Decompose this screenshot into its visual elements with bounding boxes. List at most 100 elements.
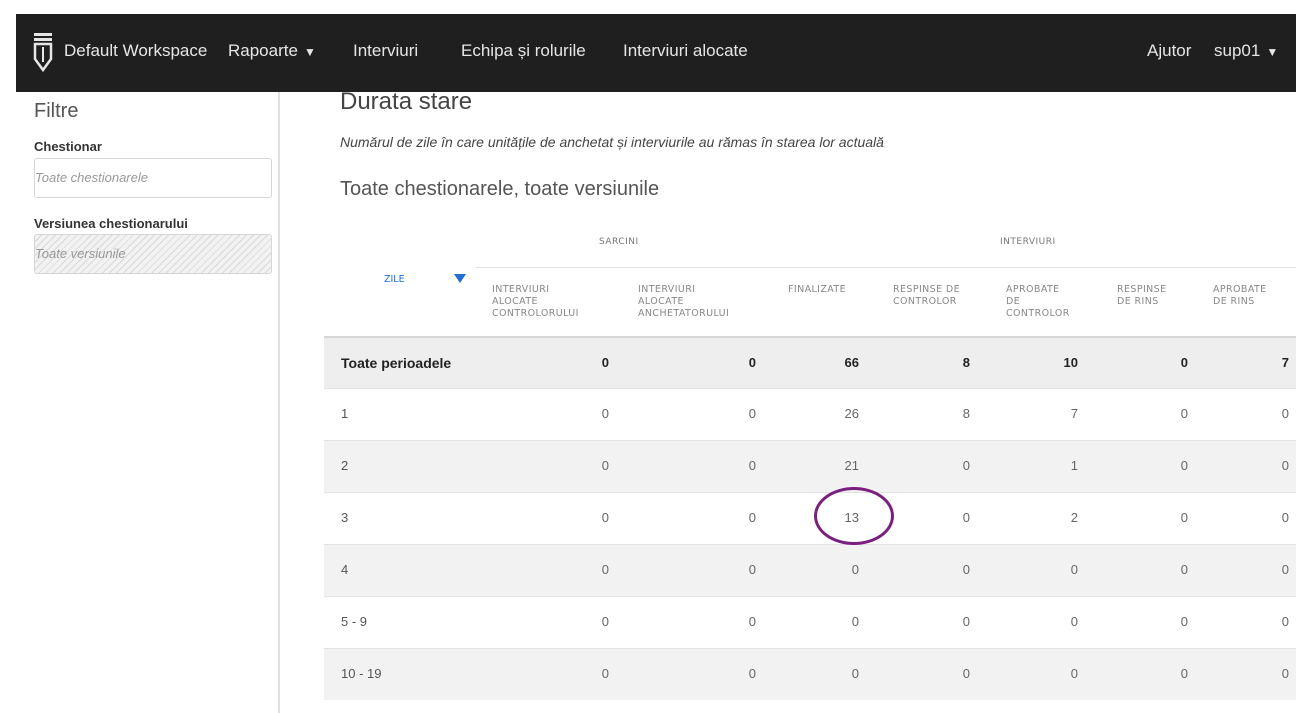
table-cell: 0 bbox=[1281, 510, 1289, 525]
table-cell: 0 bbox=[962, 562, 970, 577]
table-row-total: Toate perioadele 0 0 66 8 10 0 7 bbox=[324, 336, 1296, 389]
table-cell: 0 bbox=[1070, 614, 1078, 629]
nav-assigned-interviews[interactable]: Interviuri alocate bbox=[623, 41, 748, 61]
table-row: 5 - 9 0 0 0 0 0 0 0 bbox=[324, 596, 1296, 648]
col-header-line: ALOCATE bbox=[638, 296, 684, 307]
sort-desc-icon[interactable] bbox=[454, 274, 466, 283]
table-cell: 0 bbox=[748, 355, 756, 370]
table-cell: 0 bbox=[601, 666, 609, 681]
row-label: 10 - 19 bbox=[341, 666, 382, 681]
questionnaire-label: Chestionar bbox=[34, 139, 102, 154]
table-cell: 0 bbox=[1281, 614, 1289, 629]
table-cell: 8 bbox=[962, 406, 970, 421]
table-cell: 1 bbox=[1070, 458, 1078, 473]
nav-reports-label: Rapoarte bbox=[228, 41, 298, 60]
row-label: 4 bbox=[341, 562, 349, 577]
group-header-tasks: SARCINI bbox=[599, 237, 639, 247]
table-row: 2 0 0 21 0 1 0 0 bbox=[324, 440, 1296, 492]
col-header-line: CONTROLORULUI bbox=[492, 308, 579, 319]
table-cell: 0 bbox=[748, 458, 756, 473]
group-header-interviews: INTERVIURI bbox=[1000, 237, 1056, 247]
col-header-line: FINALIZATE bbox=[788, 284, 847, 295]
col-header-line: ANCHETATORULUI bbox=[638, 308, 730, 319]
table-row: 3 0 0 13 0 2 0 0 bbox=[324, 492, 1296, 544]
table-cell: 26 bbox=[844, 406, 859, 421]
version-placeholder: Toate versiunile bbox=[35, 246, 126, 261]
table-row: 1 0 0 26 8 7 0 0 bbox=[324, 388, 1296, 440]
table-cell: 0 bbox=[748, 562, 756, 577]
table-cell: 0 bbox=[851, 614, 859, 629]
col-header-line: INTERVIURI bbox=[492, 284, 550, 295]
nav-reports-menu[interactable]: Rapoarte ▼ bbox=[228, 41, 316, 61]
table-cell: 8 bbox=[962, 355, 970, 370]
table-cell: 66 bbox=[844, 355, 859, 370]
user-menu[interactable]: sup01 ▼ bbox=[1214, 41, 1278, 61]
table-cell: 0 bbox=[1070, 562, 1078, 577]
col-header-approved-supervisor[interactable]: APROBATE DE CONTROLOR bbox=[1006, 284, 1070, 320]
col-header-line: RESPINSE DE bbox=[893, 284, 961, 295]
col-header-rejected-supervisor[interactable]: RESPINSE DE CONTROLOR bbox=[893, 284, 960, 308]
highlight-circle-annotation bbox=[814, 487, 894, 545]
table-cell: 0 bbox=[748, 614, 756, 629]
logo-icon[interactable] bbox=[30, 32, 56, 72]
page-subtitle: Numărul de zile în care unitățile de anc… bbox=[340, 134, 884, 150]
table-cell: 2 bbox=[1070, 510, 1078, 525]
section-title: Toate chestionarele, toate versiunile bbox=[340, 178, 660, 200]
table-cell: 7 bbox=[1070, 406, 1078, 421]
sort-column-header[interactable]: ZILE bbox=[384, 274, 405, 285]
table-cell: 0 bbox=[1180, 666, 1188, 681]
table-cell: 0 bbox=[1281, 562, 1289, 577]
header-divider bbox=[476, 267, 1296, 268]
row-label: 5 - 9 bbox=[341, 614, 368, 629]
table-cell: 0 bbox=[1281, 458, 1289, 473]
chevron-down-icon: ▼ bbox=[303, 45, 316, 59]
table-cell: 0 bbox=[962, 666, 970, 681]
col-header-assigned-supervisor[interactable]: INTERVIURI ALOCATE CONTROLORULUI bbox=[492, 284, 579, 320]
col-header-line: DE RINS bbox=[1117, 296, 1159, 307]
col-header-line: INTERVIURI bbox=[638, 284, 696, 295]
col-header-rejected-hq[interactable]: RESPINSE DE RINS bbox=[1117, 284, 1167, 308]
chevron-down-icon: ▼ bbox=[1266, 45, 1279, 59]
nav-interviews[interactable]: Interviuri bbox=[353, 41, 418, 61]
col-header-completed[interactable]: FINALIZATE bbox=[788, 284, 846, 296]
col-header-assigned-interviewer[interactable]: INTERVIURI ALOCATE ANCHETATORULUI bbox=[638, 284, 729, 320]
table-cell: 0 bbox=[1180, 510, 1188, 525]
version-label: Versiunea chestionarului bbox=[34, 216, 188, 231]
table-cell: 0 bbox=[601, 458, 609, 473]
row-label: Toate perioadele bbox=[341, 355, 452, 371]
version-select: Toate versiunile bbox=[34, 234, 272, 274]
table-cell: 0 bbox=[601, 355, 609, 370]
row-label: 2 bbox=[341, 458, 349, 473]
table-cell: 0 bbox=[601, 406, 609, 421]
table-row: 10 - 19 0 0 0 0 0 0 0 bbox=[324, 648, 1296, 700]
table-cell: 0 bbox=[1070, 666, 1078, 681]
table-cell: 0 bbox=[851, 666, 859, 681]
table-cell: 0 bbox=[1281, 406, 1289, 421]
col-header-line: DE RINS bbox=[1213, 296, 1255, 307]
row-label: 3 bbox=[341, 510, 349, 525]
workspace-link[interactable]: Default Workspace bbox=[64, 41, 207, 61]
help-link[interactable]: Ajutor bbox=[1147, 41, 1191, 61]
table-cell: 0 bbox=[601, 562, 609, 577]
table-cell: 0 bbox=[851, 562, 859, 577]
table-cell: 0 bbox=[1281, 666, 1289, 681]
questionnaire-select[interactable]: Toate chestionarele bbox=[34, 158, 272, 198]
col-header-approved-hq[interactable]: APROBATE DE RINS bbox=[1213, 284, 1267, 308]
table-cell: 0 bbox=[1180, 458, 1188, 473]
col-header-line: RESPINSE bbox=[1117, 284, 1167, 295]
filters-title: Filtre bbox=[34, 100, 79, 122]
table-row: 4 0 0 0 0 0 0 0 bbox=[324, 544, 1296, 596]
nav-team-roles[interactable]: Echipa și rolurile bbox=[461, 41, 586, 61]
table-cell: 21 bbox=[844, 458, 859, 473]
col-header-line: CONTROLOR bbox=[1006, 308, 1070, 319]
col-header-line: APROBATE bbox=[1006, 284, 1060, 295]
navbar: Default Workspace Rapoarte ▼ Interviuri E… bbox=[16, 14, 1296, 92]
table-cell: 0 bbox=[962, 458, 970, 473]
table-cell: 0 bbox=[748, 510, 756, 525]
table-cell: 0 bbox=[748, 406, 756, 421]
table-cell: 0 bbox=[748, 666, 756, 681]
table-cell: 0 bbox=[962, 510, 970, 525]
table-cell: 0 bbox=[1180, 355, 1188, 370]
col-header-line: CONTROLOR bbox=[893, 296, 957, 307]
row-label: 1 bbox=[341, 406, 349, 421]
